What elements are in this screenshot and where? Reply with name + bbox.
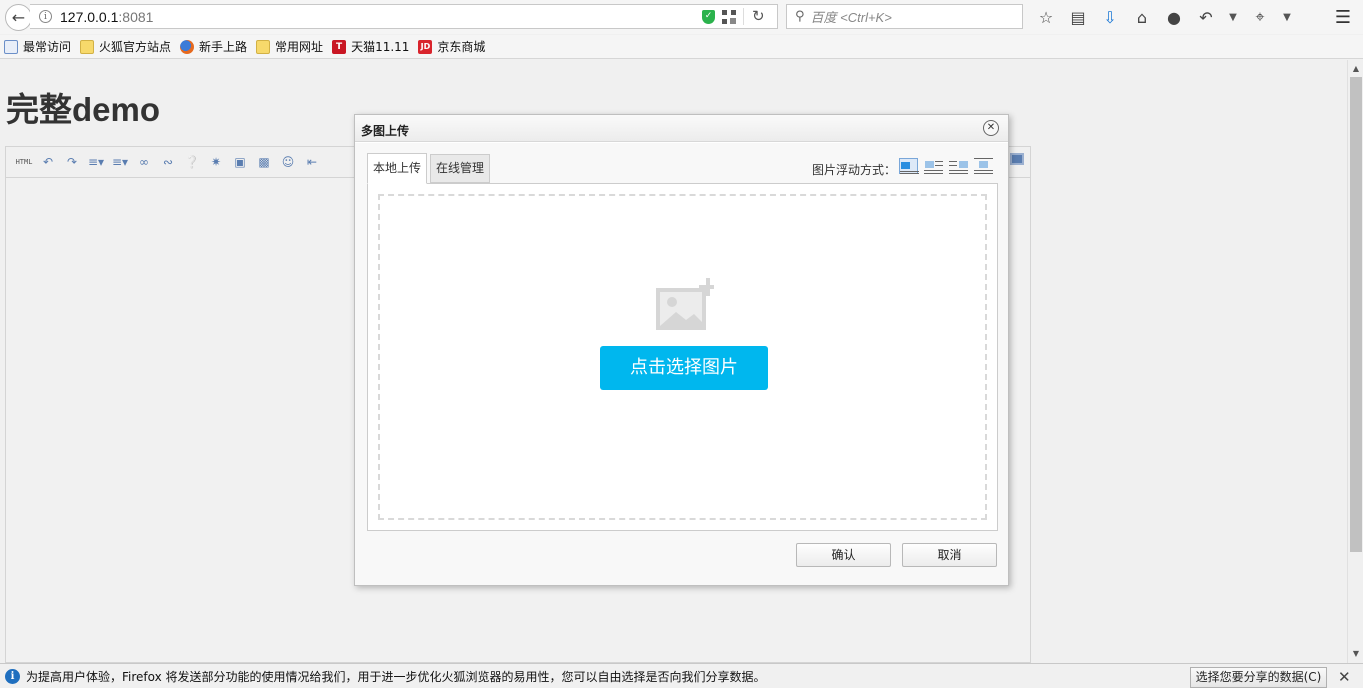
url-text[interactable]: 127.0.0.1:8081 <box>60 9 153 25</box>
search-placeholder: 百度 <Ctrl+K> <box>810 10 892 25</box>
bookmarks-bar: 最常访问 火狐官方站点 新手上路 常用网址 T 天猫11.11 JD 京东商城 <box>0 35 1363 59</box>
bookmark-star-icon[interactable]: ☆ <box>1030 5 1062 29</box>
bookmark-item[interactable]: JD 京东商城 <box>418 38 485 55</box>
image-icon[interactable]: ▣ <box>228 153 252 171</box>
jd-icon: JD <box>418 39 433 54</box>
reading-list-icon[interactable]: ▤ <box>1062 5 1094 29</box>
float-center-icon[interactable] <box>974 158 993 174</box>
image-drop-zone[interactable]: 点击选择图片 <box>378 194 987 520</box>
browser-toolbar: ← i 127.0.0.1:8081 ✓ ↻ ⚲ 百度 <Ctrl+K> ☆ ▤… <box>0 0 1363 34</box>
home-icon[interactable]: ⌂ <box>1126 5 1158 29</box>
bookmark-item[interactable]: 火狐官方站点 <box>80 38 171 55</box>
float-right-icon[interactable] <box>949 158 968 174</box>
scroll-down-icon[interactable]: ▼ <box>1350 648 1362 660</box>
dialog-title: 多图上传 <box>361 124 410 138</box>
indent-icon[interactable]: ⇤ <box>300 153 324 171</box>
bookmark-item[interactable]: 最常访问 <box>4 38 71 55</box>
doc-icon <box>4 39 18 54</box>
bookmark-item[interactable]: 常用网址 <box>256 38 323 55</box>
bookmark-label: 新手上路 <box>199 40 248 54</box>
bookmark-label: 常用网址 <box>275 40 324 54</box>
float-none-icon[interactable] <box>899 158 919 174</box>
folder-icon <box>80 39 95 54</box>
multi-image-upload-dialog: 多图上传 ✕ 本地上传 在线管理 图片浮动方式： 点击选择图片 确认 取消 <box>354 114 1009 586</box>
emoticon-icon[interactable]: ☺ <box>276 153 300 171</box>
url-bar[interactable]: i 127.0.0.1:8081 ✓ ↻ <box>30 4 778 29</box>
redo-icon[interactable]: ↷ <box>60 153 84 171</box>
undo-dropdown-icon[interactable]: ▼ <box>1222 5 1244 29</box>
url-port: :8081 <box>118 8 154 25</box>
scroll-up-icon[interactable]: ▲ <box>1350 63 1362 75</box>
image-placeholder-icon <box>656 278 714 330</box>
unlink-icon[interactable]: ∾ <box>156 153 180 171</box>
download-icon[interactable]: ⇩ <box>1094 5 1126 29</box>
multi-image-icon[interactable]: ▩ <box>252 153 276 171</box>
bookmark-label: 最常访问 <box>23 40 72 54</box>
close-icon[interactable]: ✕ <box>983 120 999 136</box>
confirm-button[interactable]: 确认 <box>796 543 891 567</box>
reload-icon[interactable]: ↻ <box>752 7 765 25</box>
tab-local-upload[interactable]: 本地上传 <box>367 153 428 184</box>
notification-text: 为提高用户体验，Firefox 将发送部分功能的使用情况给我们，用于进一步优化火… <box>26 669 766 684</box>
bookmark-label: 火狐官方站点 <box>99 40 172 54</box>
url-host: 127.0.0.1 <box>60 8 119 25</box>
bullet-list-icon[interactable]: ≡▾ <box>84 153 108 171</box>
info-icon: i <box>5 668 20 684</box>
undo-icon[interactable]: ↶ <box>36 153 60 171</box>
preview-icon[interactable] <box>1010 153 1024 165</box>
back-arrow-icon[interactable]: ← <box>5 4 32 31</box>
browser-action-icons: ☆ ▤ ⇩ ⌂ ● ↶ ▼ ⌖ ▼ <box>1030 5 1298 29</box>
link-icon[interactable]: ∞ <box>132 153 156 171</box>
bookmark-item[interactable]: T 天猫11.11 <box>332 38 409 55</box>
tmall-icon: T <box>332 39 347 54</box>
menu-hamburger-icon[interactable]: ☰ <box>1330 5 1356 29</box>
html-source-icon[interactable]: HTML <box>12 153 36 171</box>
folder-icon <box>256 39 271 54</box>
info-icon[interactable]: i <box>39 10 52 23</box>
dialog-body: 本地上传 在线管理 图片浮动方式： 点击选择图片 确认 取消 <box>355 143 1008 585</box>
page-scrollbar[interactable]: ▲ ▼ <box>1347 60 1363 663</box>
search-input[interactable]: ⚲ 百度 <Ctrl+K> <box>786 4 1023 29</box>
tab-online-manage[interactable]: 在线管理 <box>430 154 491 183</box>
float-mode-label: 图片浮动方式： <box>812 163 897 177</box>
dialog-header[interactable]: 多图上传 ✕ <box>355 115 1008 142</box>
url-divider <box>743 8 744 25</box>
scrollbar-thumb[interactable] <box>1350 77 1362 552</box>
cancel-button[interactable]: 取消 <box>902 543 997 567</box>
pick-image-button[interactable]: 点击选择图片 <box>600 346 768 390</box>
bookmark-label: 天猫11.11 <box>351 40 410 54</box>
crop-icon[interactable]: ⌖ <box>1244 5 1276 29</box>
local-upload-panel: 点击选择图片 <box>367 183 998 531</box>
float-mode-options <box>899 158 999 174</box>
firefox-icon <box>180 39 195 54</box>
undo-icon[interactable]: ↶ <box>1190 5 1222 29</box>
close-icon[interactable]: ✕ <box>1338 668 1351 686</box>
chat-icon[interactable]: ● <box>1158 5 1190 29</box>
bookmark-label: 京东商城 <box>437 40 486 54</box>
attachment-icon[interactable]: ✷ <box>204 153 228 171</box>
help-icon[interactable]: ❔ <box>180 153 204 171</box>
bookmark-item[interactable]: 新手上路 <box>180 38 247 55</box>
page-title: 完整demo <box>6 91 161 128</box>
shield-icon[interactable]: ✓ <box>702 10 715 24</box>
qr-code-icon[interactable] <box>722 10 736 24</box>
search-icon: ⚲ <box>795 9 805 24</box>
share-data-button[interactable]: 选择您要分享的数据(C) <box>1190 667 1327 688</box>
notification-bar: i 为提高用户体验，Firefox 将发送部分功能的使用情况给我们，用于进一步优… <box>0 663 1363 688</box>
numbered-list-icon[interactable]: ≡▾ <box>108 153 132 171</box>
crop-dropdown-icon[interactable]: ▼ <box>1276 5 1298 29</box>
float-left-icon[interactable] <box>924 158 943 174</box>
